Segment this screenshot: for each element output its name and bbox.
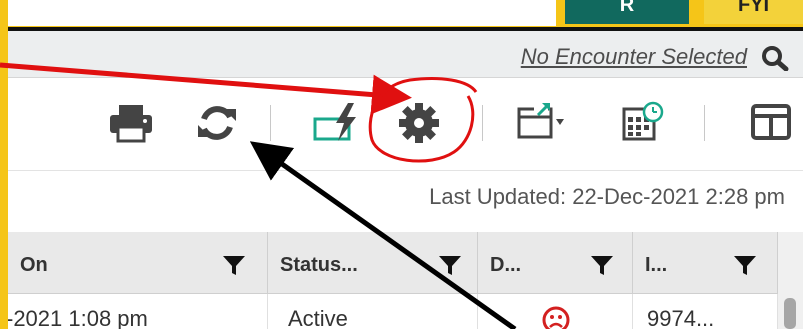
column-label-status: Status...: [280, 254, 358, 276]
refresh-icon[interactable]: [194, 101, 240, 145]
toolbar-separator: [704, 105, 705, 141]
sad-face-icon: [542, 306, 570, 329]
column-header-on[interactable]: On: [8, 232, 268, 294]
settings-gear-icon[interactable]: [397, 101, 441, 145]
print-icon[interactable]: [108, 101, 154, 145]
filter-icon[interactable]: [222, 254, 246, 276]
cell-on-value: -2021 1:08 pm: [8, 306, 148, 329]
filter-icon[interactable]: [590, 254, 614, 276]
popout-icon[interactable]: [516, 101, 566, 145]
tab-strip: R FYI: [8, 0, 803, 31]
layout-icon[interactable]: [750, 101, 794, 145]
scrollbar-thumb[interactable]: [784, 298, 796, 329]
column-label-d: D...: [490, 254, 522, 276]
toolbar-separator: [270, 105, 271, 141]
toolbar: [8, 79, 803, 171]
grid-header: On Status... D... I...: [8, 232, 803, 294]
cell-i: 9974...: [633, 294, 778, 329]
column-header-d[interactable]: D...: [478, 232, 633, 294]
cell-d: [478, 294, 633, 329]
column-header-status[interactable]: Status...: [268, 232, 478, 294]
filter-icon[interactable]: [438, 254, 462, 276]
search-icon[interactable]: [761, 45, 789, 71]
cell-status-value: Active: [288, 306, 348, 329]
column-label-on: On: [20, 254, 48, 276]
encounter-link[interactable]: No Encounter Selected: [521, 44, 747, 70]
column-label-i: I...: [645, 254, 668, 276]
calendar-icon[interactable]: [620, 101, 664, 145]
tab-fyi[interactable]: FYI: [704, 0, 803, 24]
cell-on: -2021 1:08 pm: [8, 294, 268, 329]
tab-r[interactable]: R: [565, 0, 689, 24]
toolbar-separator: [482, 105, 483, 141]
filter-icon[interactable]: [733, 254, 757, 276]
column-header-i[interactable]: I...: [633, 232, 778, 294]
encounter-bar: No Encounter Selected: [8, 31, 803, 78]
cell-status: Active: [268, 294, 478, 329]
table-row[interactable]: -2021 1:08 pm Active 9974...: [8, 294, 803, 329]
cell-i-value: 9974...: [647, 306, 715, 329]
quick-action-icon[interactable]: [312, 101, 362, 145]
last-updated-text: Last Updated: 22-Dec-2021 2:28 pm: [429, 184, 785, 209]
app-window: R FYI No Encounter Selected Last Updated…: [8, 0, 803, 329]
tab-strip-background: [8, 0, 556, 26]
